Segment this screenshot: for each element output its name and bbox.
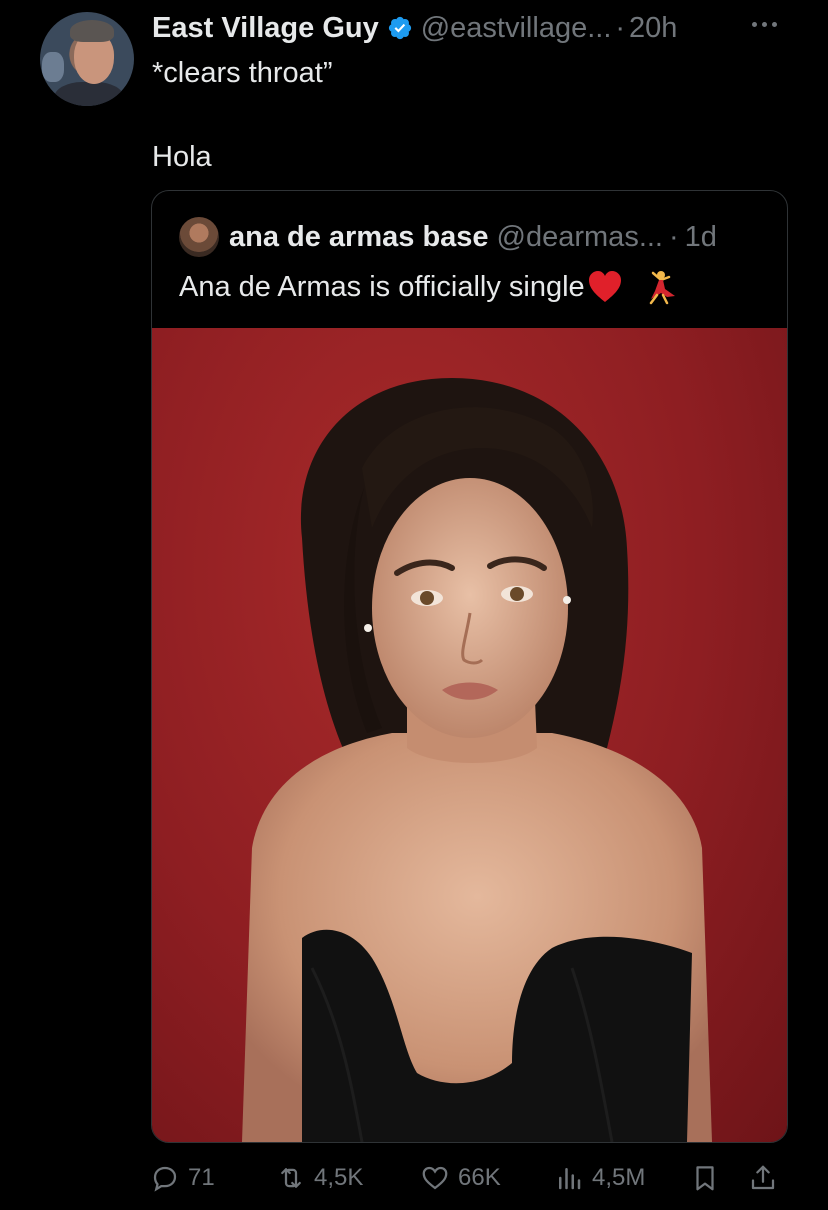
quoted-tweet-card[interactable]: ana de armas base @dearmas... · 1d Ana d… [151,190,788,1143]
share-button[interactable] [748,1150,778,1206]
like-count: 66K [458,1164,501,1191]
repost-button[interactable]: 4,5K [276,1150,363,1206]
tweet-timestamp[interactable]: 20h [629,12,677,45]
avatar-background-figure [42,52,64,82]
tweet-action-bar: 71 4,5K 66K 4,5M [150,1150,790,1206]
quoted-tweet-text: Ana de Armas is officially single [179,270,585,303]
quoted-tweet-header: ana de armas base @dearmas... · 1d [179,217,717,257]
verified-badge-icon [388,16,411,40]
quoted-tweet-photo[interactable] [152,328,787,1142]
repost-count: 4,5K [314,1164,364,1191]
quoted-author-handle: @dearmas... [496,220,663,253]
author-handle[interactable]: @eastvillage... [421,12,612,45]
dancer-icon [649,271,675,305]
tweet-text: *clears throat” Hola [152,57,333,173]
quoted-author-avatar [179,217,219,257]
reply-button[interactable]: 71 [150,1150,215,1206]
like-button[interactable]: 66K [420,1150,501,1206]
views-chart-icon [559,1168,581,1190]
reply-count: 71 [188,1164,215,1191]
bookmark-button[interactable] [690,1150,720,1206]
quoted-author-name: ana de armas base [229,220,489,253]
quoted-tweet-text-row: Ana de Armas is officially single [179,269,677,305]
repost-icon [281,1168,301,1188]
header-separator: · [615,11,626,44]
avatar-suit [54,82,124,106]
red-heart-icon [588,271,621,302]
quoted-timestamp: 1d [684,220,717,253]
quoted-header-separator: · [669,220,679,253]
more-options-icon[interactable] [752,14,786,34]
bookmark-icon [696,1166,714,1191]
heart-icon [422,1166,448,1190]
tweet-header: East Village Guy @eastvillage... · 20h [152,8,677,48]
author-display-name[interactable]: East Village Guy [152,12,379,45]
portrait-illustration [242,378,712,1142]
avatar-hair [70,20,114,42]
author-avatar[interactable] [40,12,134,106]
reply-icon [153,1166,177,1192]
share-icon [751,1165,775,1190]
views-button[interactable]: 4,5M [554,1150,645,1206]
views-count: 4,5M [592,1164,646,1191]
